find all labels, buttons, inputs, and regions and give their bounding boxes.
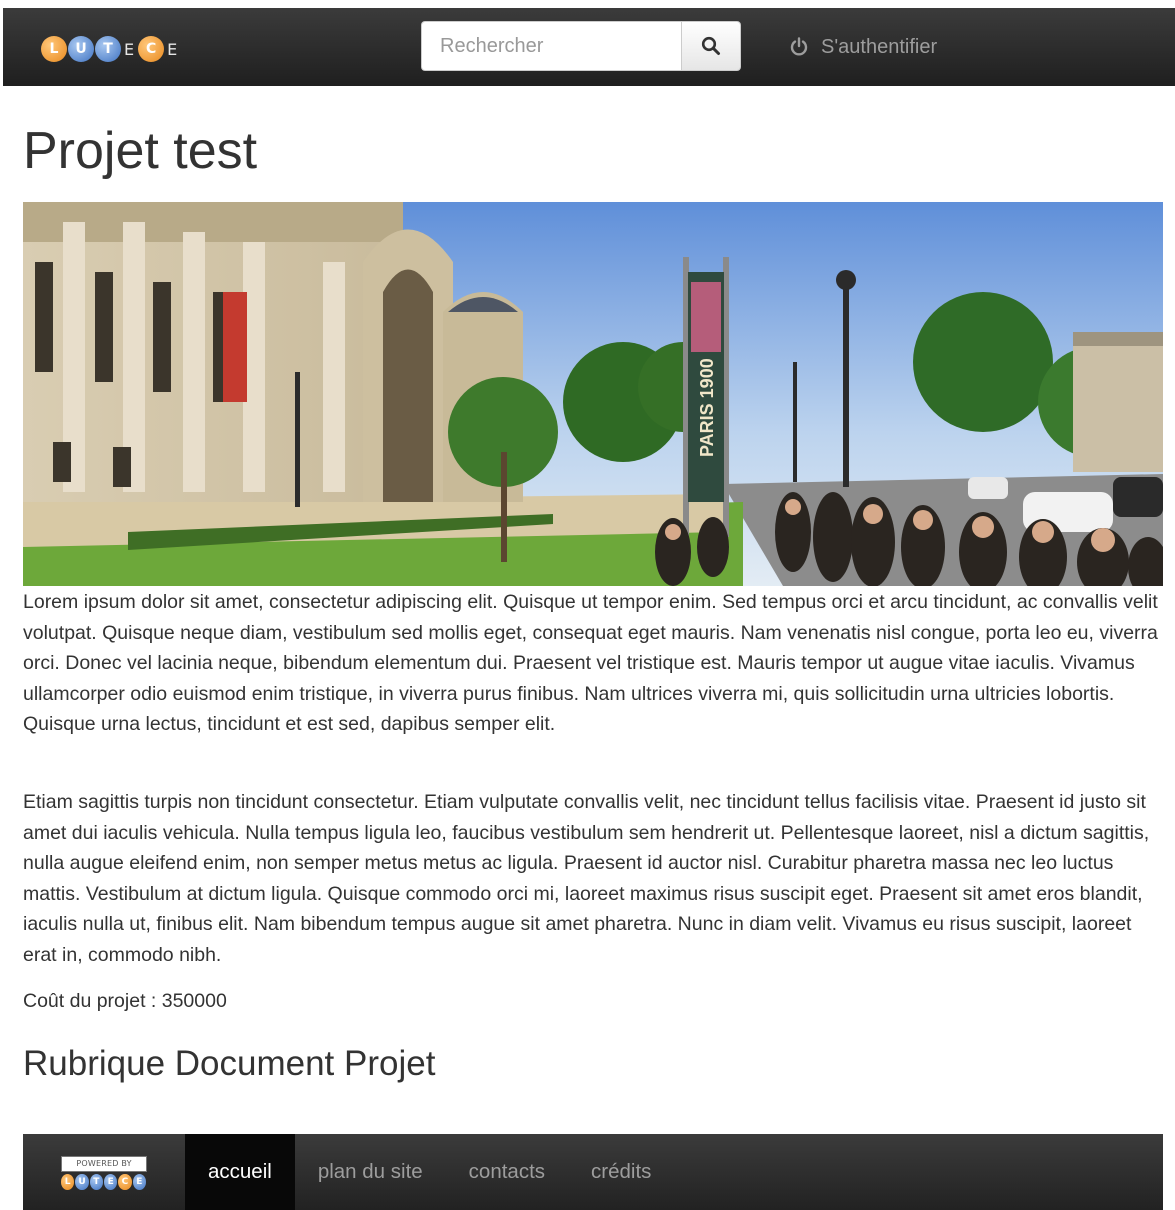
top-navbar: L U T E C E S'authentifier	[3, 8, 1175, 86]
footer-nav-plan-du-site[interactable]: plan du site	[295, 1134, 446, 1210]
footer-nav-contacts[interactable]: contacts	[446, 1134, 568, 1210]
powered-logo-letters: L U T E C E	[61, 1174, 147, 1190]
lutece-logo[interactable]: L U T E C E	[41, 34, 181, 64]
logo-letter-e2: E	[167, 39, 178, 59]
power-icon	[790, 37, 808, 56]
login-label: S'authentifier	[821, 35, 938, 58]
banner-text: PARIS 1900	[697, 358, 717, 457]
logo-letter-l: L	[41, 36, 67, 62]
section-title: Rubrique Document Projet	[23, 1044, 436, 1083]
footer-navbar: POWERED BY L U T E C E accueil plan du s…	[23, 1134, 1163, 1210]
logo-letter-t: T	[95, 36, 121, 62]
page-title: Projet test	[23, 122, 258, 180]
powered-letter-l: L	[61, 1174, 75, 1190]
logo-letter-e: E	[124, 39, 135, 59]
powered-letter-t: T	[89, 1174, 103, 1190]
description-paragraph-2: Etiam sagittis turpis non tincidunt cons…	[23, 791, 1150, 966]
logo-letter-u: U	[68, 36, 94, 62]
powered-by-lutece-logo[interactable]: POWERED BY L U T E C E	[61, 1156, 147, 1190]
powered-letter-e2: E	[132, 1174, 146, 1190]
project-photo: PARIS 1900	[23, 202, 1163, 586]
logo-letter-c: C	[138, 36, 165, 62]
powered-letter-e: E	[103, 1174, 118, 1190]
login-link[interactable]: S'authentifier	[789, 32, 937, 62]
powered-letter-c: C	[118, 1174, 132, 1190]
footer-nav-credits[interactable]: crédits	[568, 1134, 674, 1210]
search-icon	[701, 36, 720, 55]
footer-nav: accueil plan du site contacts crédits	[185, 1134, 674, 1210]
powered-letter-u: U	[75, 1174, 89, 1190]
project-cost: Coût du projet : 350000	[23, 990, 227, 1012]
powered-by-label: POWERED BY	[61, 1156, 147, 1172]
search-input[interactable]	[421, 21, 681, 71]
description-paragraph-1: Lorem ipsum dolor sit amet, consectetur …	[23, 591, 1158, 736]
search-button[interactable]	[681, 21, 741, 71]
search-form	[421, 21, 741, 71]
footer-nav-accueil[interactable]: accueil	[185, 1134, 295, 1210]
